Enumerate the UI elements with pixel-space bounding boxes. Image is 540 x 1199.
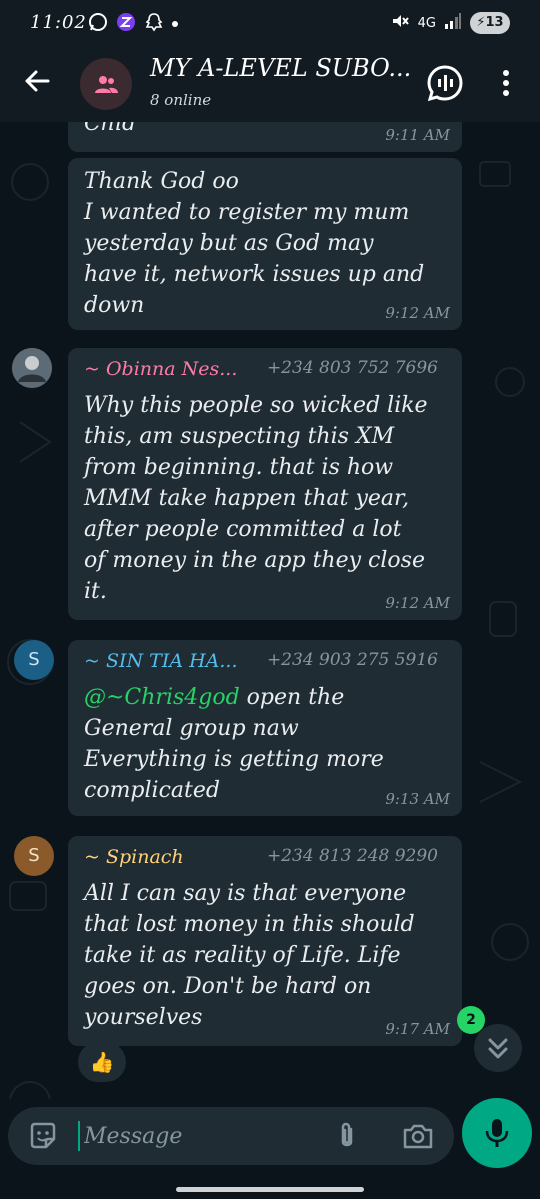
message-text: Chid — [84, 122, 137, 136]
message-text: All I can say is that everyone that lost… — [68, 878, 431, 1033]
person-photo-icon — [12, 348, 52, 388]
battery-level: 13 — [485, 15, 504, 30]
mute-icon — [390, 11, 410, 35]
microphone-icon — [485, 1119, 509, 1147]
message-line: that lost money in this should — [84, 912, 415, 937]
status-right-icons: 4G ⚡13 — [390, 11, 510, 35]
group-icon — [95, 76, 118, 93]
group-avatar[interactable] — [80, 58, 132, 110]
message-bubble[interactable]: Thank God oo I wanted to register my mum… — [68, 158, 462, 330]
sender-name[interactable]: ~ Obinna Nes... — [84, 358, 237, 380]
sender-name[interactable]: ~ Spinach — [84, 846, 184, 868]
status-time: 11:02 — [30, 12, 87, 33]
sender-phone: +234 813 248 9290 — [266, 846, 438, 866]
thumbs-up-icon: 👍 — [89, 1050, 115, 1074]
message-text: @~Chris4god open the General group naw E… — [68, 682, 400, 806]
sender-avatar[interactable]: S — [14, 640, 54, 680]
message-line: All I can say is that everyone — [84, 881, 407, 906]
double-chevron-down-icon — [488, 1038, 508, 1059]
message-bubble[interactable]: ~ Obinna Nes... +234 803 752 7696 Why th… — [68, 348, 462, 620]
message-line: complicated — [84, 778, 220, 803]
home-gesture-handle[interactable] — [176, 1187, 364, 1192]
voice-record-button[interactable] — [462, 1098, 532, 1168]
camera-icon[interactable] — [402, 1121, 434, 1151]
message-time: 9:13 AM — [385, 790, 450, 808]
message-time: 9:11 AM — [385, 126, 450, 144]
sender-phone: +234 903 275 5916 — [266, 650, 438, 670]
message-line: from beginning. that is how — [84, 455, 394, 480]
battery-indicator: ⚡13 — [470, 12, 510, 34]
chat-header: MY A-LEVEL SUBO... 8 online — [0, 48, 540, 122]
message-line: Everything is getting more — [84, 747, 384, 772]
scroll-to-bottom-button[interactable] — [474, 1024, 522, 1072]
message-line: Why this people so wicked like — [84, 393, 428, 418]
whatsapp-icon — [88, 12, 108, 36]
message-line: of money in the app they close — [84, 548, 425, 573]
message-input[interactable] — [84, 1119, 314, 1153]
status-bar: 11:02 4G ⚡13 — [0, 0, 540, 48]
message-text: Thank God oo I wanted to register my mum… — [68, 166, 440, 321]
sender-name[interactable]: ~ SIN TIA HA... — [84, 650, 238, 672]
group-title[interactable]: MY A-LEVEL SUBO... — [150, 54, 411, 82]
back-arrow-icon[interactable] — [22, 66, 52, 96]
message-line: yesterday but as God may — [84, 231, 374, 256]
message-line: @~Chris4god open the — [84, 685, 345, 710]
system-nav-bar — [0, 1178, 540, 1199]
message-line: yourselves — [84, 1005, 203, 1030]
message-line: this, am suspecting this XM — [84, 424, 395, 449]
sender-avatar[interactable]: S — [14, 836, 54, 876]
message-line: goes on. Don't be hard on — [84, 974, 372, 999]
notification-dot — [172, 21, 178, 27]
message-line: Thank God oo — [84, 169, 239, 194]
message-line: take it as reality of Life. Life — [84, 943, 401, 968]
message-line: MMM take happen that year, — [84, 486, 410, 511]
message-line: after people committed a lot — [84, 517, 402, 542]
message-composer — [8, 1107, 454, 1165]
message-time: 9:12 AM — [385, 594, 450, 612]
unread-count-badge: 2 — [457, 1006, 485, 1034]
avatar-letter: S — [28, 649, 40, 670]
message-line: down — [84, 293, 145, 318]
message-bubble[interactable]: ~ Spinach +234 813 248 9290 All I can sa… — [68, 836, 462, 1046]
message-bubble[interactable]: ~ SIN TIA HA... +234 903 275 5916 @~Chri… — [68, 640, 462, 816]
message-line: I wanted to register my mum — [84, 200, 410, 225]
sticker-emoji-icon[interactable] — [28, 1121, 58, 1151]
message-time: 9:17 AM — [385, 1020, 450, 1038]
snapchat-icon — [144, 12, 164, 36]
network-type: 4G — [417, 15, 436, 31]
message-text: Why this people so wicked like this, am … — [68, 390, 444, 607]
message-time: 9:12 AM — [385, 304, 450, 322]
more-vert-icon[interactable] — [496, 68, 516, 98]
attach-icon[interactable] — [334, 1121, 360, 1151]
sender-avatar[interactable] — [12, 348, 52, 388]
message-line: have it, network issues up and — [84, 262, 425, 287]
status-notification-icons — [88, 12, 178, 36]
message-line: General group naw — [84, 716, 299, 741]
online-count: 8 online — [150, 91, 212, 109]
message-bubble[interactable]: Chid 9:11 AM — [68, 122, 462, 152]
message-list[interactable]: Chid 9:11 AM Thank God oo I wanted to re… — [0, 122, 540, 1099]
mention-link[interactable]: @~Chris4god — [84, 685, 240, 710]
sender-phone: +234 803 752 7696 — [266, 358, 438, 378]
app-icon — [116, 12, 136, 36]
voice-chat-icon[interactable] — [426, 64, 464, 102]
signal-icon — [444, 13, 462, 33]
reaction-badge[interactable]: 👍 — [78, 1042, 126, 1082]
text-cursor — [78, 1121, 80, 1151]
avatar-letter: S — [28, 845, 40, 866]
message-line: it. — [84, 579, 107, 604]
